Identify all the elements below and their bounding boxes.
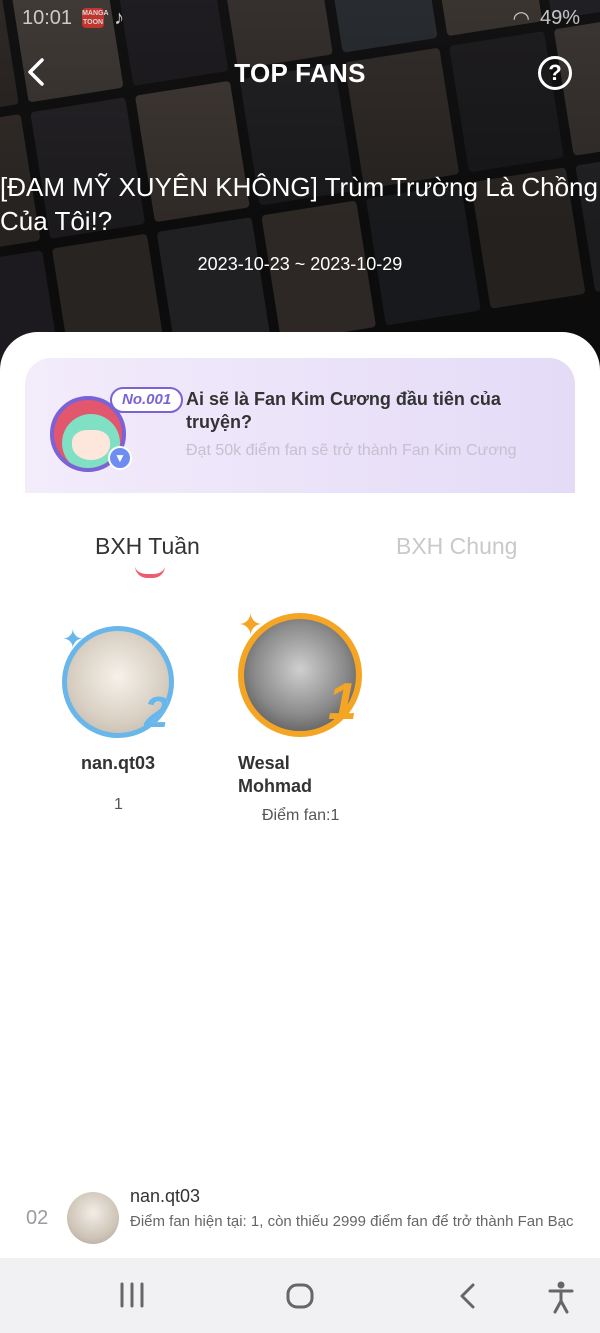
my-rank-description: Điểm fan hiện tại: 1, còn thiếu 2999 điể… <box>130 1213 574 1230</box>
accessibility-icon <box>548 1281 574 1314</box>
system-nav-bar <box>0 1258 600 1333</box>
my-avatar[interactable] <box>67 1192 119 1244</box>
my-rank-number: 02 <box>26 1207 49 1229</box>
chevron-left-icon <box>460 1283 475 1309</box>
header-background: 10:01 MANGA TOON ♪ ◠ 49% TOP FANS ? [ĐAM… <box>0 0 600 370</box>
comic-title: [ĐAM MỸ XUYÊN KHÔNG] Trùm Trường Là Chồn… <box>0 172 598 236</box>
rank-1-name[interactable]: Wesal Mohmad <box>238 752 338 798</box>
star-icon: ✦ <box>238 609 264 642</box>
star-icon: ✦ <box>62 624 84 654</box>
my-name: nan.qt03 <box>130 1186 201 1206</box>
status-time: 10:01 <box>22 6 73 29</box>
question-icon: ? <box>548 60 562 85</box>
tiktok-icon: ♪ <box>114 6 125 29</box>
rank-2-number: 2 <box>144 688 169 737</box>
mascot-face <box>72 430 110 460</box>
rank-2-name[interactable]: nan.qt03 <box>81 752 155 775</box>
home-button[interactable] <box>284 1280 316 1317</box>
rank-2-score: 1 <box>114 796 123 813</box>
tab-weekly[interactable]: BXH Tuần <box>95 533 200 560</box>
date-range: 2023-10-23 ~ 2023-10-29 <box>197 254 403 274</box>
rank-badge: No.001 <box>110 387 184 413</box>
diamond-icon: ▼ <box>108 446 132 470</box>
status-bar: 10:01 MANGA TOON ♪ ◠ 49% <box>22 6 580 30</box>
mangatoon-app-icon: MANGA TOON <box>82 8 109 28</box>
wifi-icon: ◠ <box>512 7 530 30</box>
battery-text: 49% <box>539 6 580 29</box>
rank-1-score: Điểm fan:1 <box>262 807 340 824</box>
top-bar: TOP FANS ? <box>0 50 600 96</box>
home-icon <box>286 1283 314 1309</box>
help-button[interactable]: ? <box>538 56 572 90</box>
banner-subtitle: Đạt 50k điểm fan sẽ trở thành Fan Kim Cư… <box>186 442 517 459</box>
page-title: TOP FANS <box>234 58 366 88</box>
tab-overall[interactable]: BXH Chung <box>396 533 517 560</box>
recents-button[interactable] <box>118 1280 146 1315</box>
banner-title: Ai sẽ là Fan Kim Cương đầu tiên của truy… <box>186 389 501 432</box>
accessibility-button[interactable] <box>546 1280 576 1319</box>
rank-1-number: 1 <box>328 673 357 731</box>
back-nav-button[interactable] <box>454 1280 482 1317</box>
recents-icon <box>120 1282 144 1308</box>
